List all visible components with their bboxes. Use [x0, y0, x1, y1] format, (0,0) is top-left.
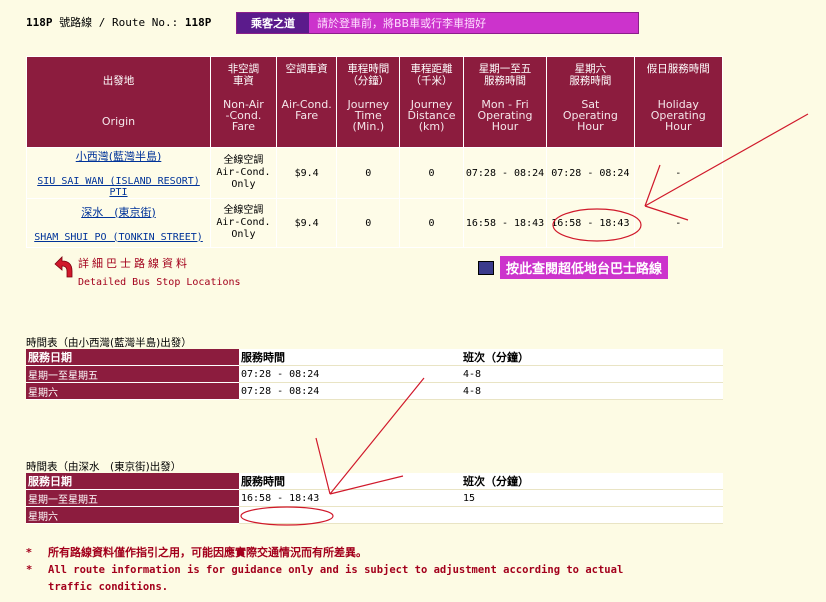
timetable-day: 星期一至星期五 — [26, 365, 239, 383]
distance-cell: 0 — [400, 199, 463, 247]
timetable-2: 服務日期 服務時間 班次（分鐘） 星期一至星期五 16:58 - 18:43 1… — [26, 473, 723, 524]
passenger-notice-banner: 乘客之道 請於登車前，將BB車或行李車摺好 — [236, 12, 639, 34]
col-journey-time: 車程時間 （分鐘） Journey Time (Min.) — [337, 57, 400, 147]
low-floor-bus-button[interactable]: 按此查閱超低地台巴士路線 — [500, 256, 669, 279]
table-row: 星期六 — [26, 506, 723, 524]
route-number: 118P — [184, 16, 212, 29]
col-sat-hours: 星期六 服務時間 Sat Operating Hour — [547, 57, 634, 147]
table-header-row: 出發地 Origin 非空調 車資 Non-Air -Cond. Fare 空調車資… — [27, 57, 722, 147]
timetable-time: 07:28 - 08:24 — [239, 365, 461, 383]
origin-link-en[interactable]: SIU SAI WAN (ISLAND RESORT) PTI — [27, 176, 210, 198]
col-ac-fare: 空調車資 Air-Cond. Fare — [276, 57, 337, 147]
col-mon-fri-hours: 星期一至五 服務時間 Mon - Fri Operating Hour — [463, 57, 547, 147]
table-row: 星期六 07:28 - 08:24 4-8 — [26, 382, 723, 400]
banner-message: 請於登車前，將BB車或行李車摺好 — [317, 17, 487, 30]
distance-cell: 0 — [400, 148, 463, 198]
timetable-header-frequency: 班次（分鐘） — [461, 473, 723, 490]
timetable-time: 16:58 - 18:43 — [239, 489, 461, 507]
timetable-header-row: 服務日期 服務時間 班次（分鐘） — [26, 473, 723, 490]
holiday-cell: - — [634, 148, 722, 198]
note-en-line1: All route information is for guidance on… — [48, 564, 624, 576]
table-row: 深水 (東京街) SHAM SHUI PO (TONKIN STREET) 全線… — [27, 199, 722, 247]
origin-cell: 小西灣(藍灣半島) SIU SAI WAN (ISLAND RESORT) PT… — [27, 148, 211, 198]
timetable-frequency: 15 — [461, 489, 723, 507]
non-ac-fare-cell: 全線空調 Air-Cond. Only — [211, 148, 276, 198]
timetable-header-date: 服務日期 — [26, 349, 239, 366]
monitor-icon — [478, 260, 494, 275]
table-row: 小西灣(藍灣半島) SIU SAI WAN (ISLAND RESORT) PT… — [27, 148, 722, 198]
ac-fare-cell: $9.4 — [276, 148, 337, 198]
route-label-en: Route No.: — [112, 16, 179, 29]
detail-link-zh[interactable]: 詳細巴士路線資料 — [78, 255, 241, 271]
timetable-1: 服務日期 服務時間 班次（分鐘） 星期一至星期五 07:28 - 08:24 4… — [26, 349, 723, 400]
timetable-header-row: 服務日期 服務時間 班次（分鐘） — [26, 349, 723, 366]
mon-fri-cell: 16:58 - 18:43 — [463, 199, 547, 247]
table-row: 星期一至星期五 16:58 - 18:43 15 — [26, 489, 723, 507]
route-label-zh: 號路線 — [59, 16, 93, 29]
origin-link-en[interactable]: SHAM SHUI PO (TONKIN STREET) — [27, 232, 210, 243]
table-row: 星期一至星期五 07:28 - 08:24 4-8 — [26, 365, 723, 383]
timetable-time: 07:28 - 08:24 — [239, 382, 461, 400]
timetable-time — [239, 506, 461, 524]
timetable-day: 星期六 — [26, 382, 239, 400]
col-journey-distance: 車程距離 （千米） Journey Distance (km) — [400, 57, 463, 147]
journey-time-cell: 0 — [337, 148, 400, 198]
route-notes: * 所有路線資料僅作指引之用，可能因應實際交通情況而有所差異。 * All rout… — [26, 546, 624, 593]
route-info-table: 出發地 Origin 非空調 車資 Non-Air -Cond. Fare 空調車資… — [26, 56, 723, 248]
col-holiday-hours: 假日服務時間 Holiday Operating Hour — [634, 57, 722, 147]
origin-cell: 深水 (東京街) SHAM SHUI PO (TONKIN STREET) — [27, 199, 211, 247]
sat-cell: 16:58 - 18:43 — [547, 199, 634, 247]
ac-fare-cell: $9.4 — [276, 199, 337, 247]
low-floor-bus-link[interactable]: 按此查閱超低地台巴士路線 — [478, 256, 669, 279]
route-number-prefix: 118P — [26, 16, 53, 29]
holiday-cell: - — [634, 199, 722, 247]
sat-cell: 07:28 - 08:24 — [547, 148, 634, 198]
route-heading: 118P 號路線 / Route No.: 118P — [26, 16, 212, 29]
note-en-line2: traffic conditions. — [48, 581, 169, 593]
col-non-ac-fare: 非空調 車資 Non-Air -Cond. Fare — [211, 57, 276, 147]
mon-fri-cell: 07:28 - 08:24 — [463, 148, 547, 198]
detail-link-en[interactable]: Detailed Bus Stop Locations — [78, 277, 241, 288]
detailed-bus-stop-link[interactable]: 詳細巴士路線資料 Detailed Bus Stop Locations — [52, 255, 241, 288]
non-ac-fare-cell: 全線空調 Air-Cond. Only — [211, 199, 276, 247]
timetable-1-title: 時間表（由小西灣(藍灣半島)出發） — [26, 337, 192, 349]
timetable-2-title: 時間表（由深水 (東京街)出發） — [26, 461, 182, 473]
return-arrow-icon — [54, 256, 73, 278]
timetable-header-time: 服務時間 — [239, 349, 461, 366]
timetable-frequency: 4-8 — [461, 365, 723, 383]
col-origin: 出發地 Origin — [27, 57, 211, 147]
note-zh: 所有路線資料僅作指引之用，可能因應實際交通情況而有所差異。 — [48, 546, 367, 559]
timetable-header-frequency: 班次（分鐘） — [461, 349, 723, 366]
journey-time-cell: 0 — [337, 199, 400, 247]
timetable-header-time: 服務時間 — [239, 473, 461, 490]
timetable-frequency — [461, 506, 723, 524]
timetable-header-date: 服務日期 — [26, 473, 239, 490]
origin-link-zh[interactable]: 深水 (東京街) — [27, 204, 210, 220]
timetable-frequency: 4-8 — [461, 382, 723, 400]
origin-link-zh[interactable]: 小西灣(藍灣半島) — [27, 148, 210, 164]
timetable-day: 星期六 — [26, 506, 239, 524]
banner-tag: 乘客之道 — [237, 13, 309, 33]
timetable-day: 星期一至星期五 — [26, 489, 239, 507]
